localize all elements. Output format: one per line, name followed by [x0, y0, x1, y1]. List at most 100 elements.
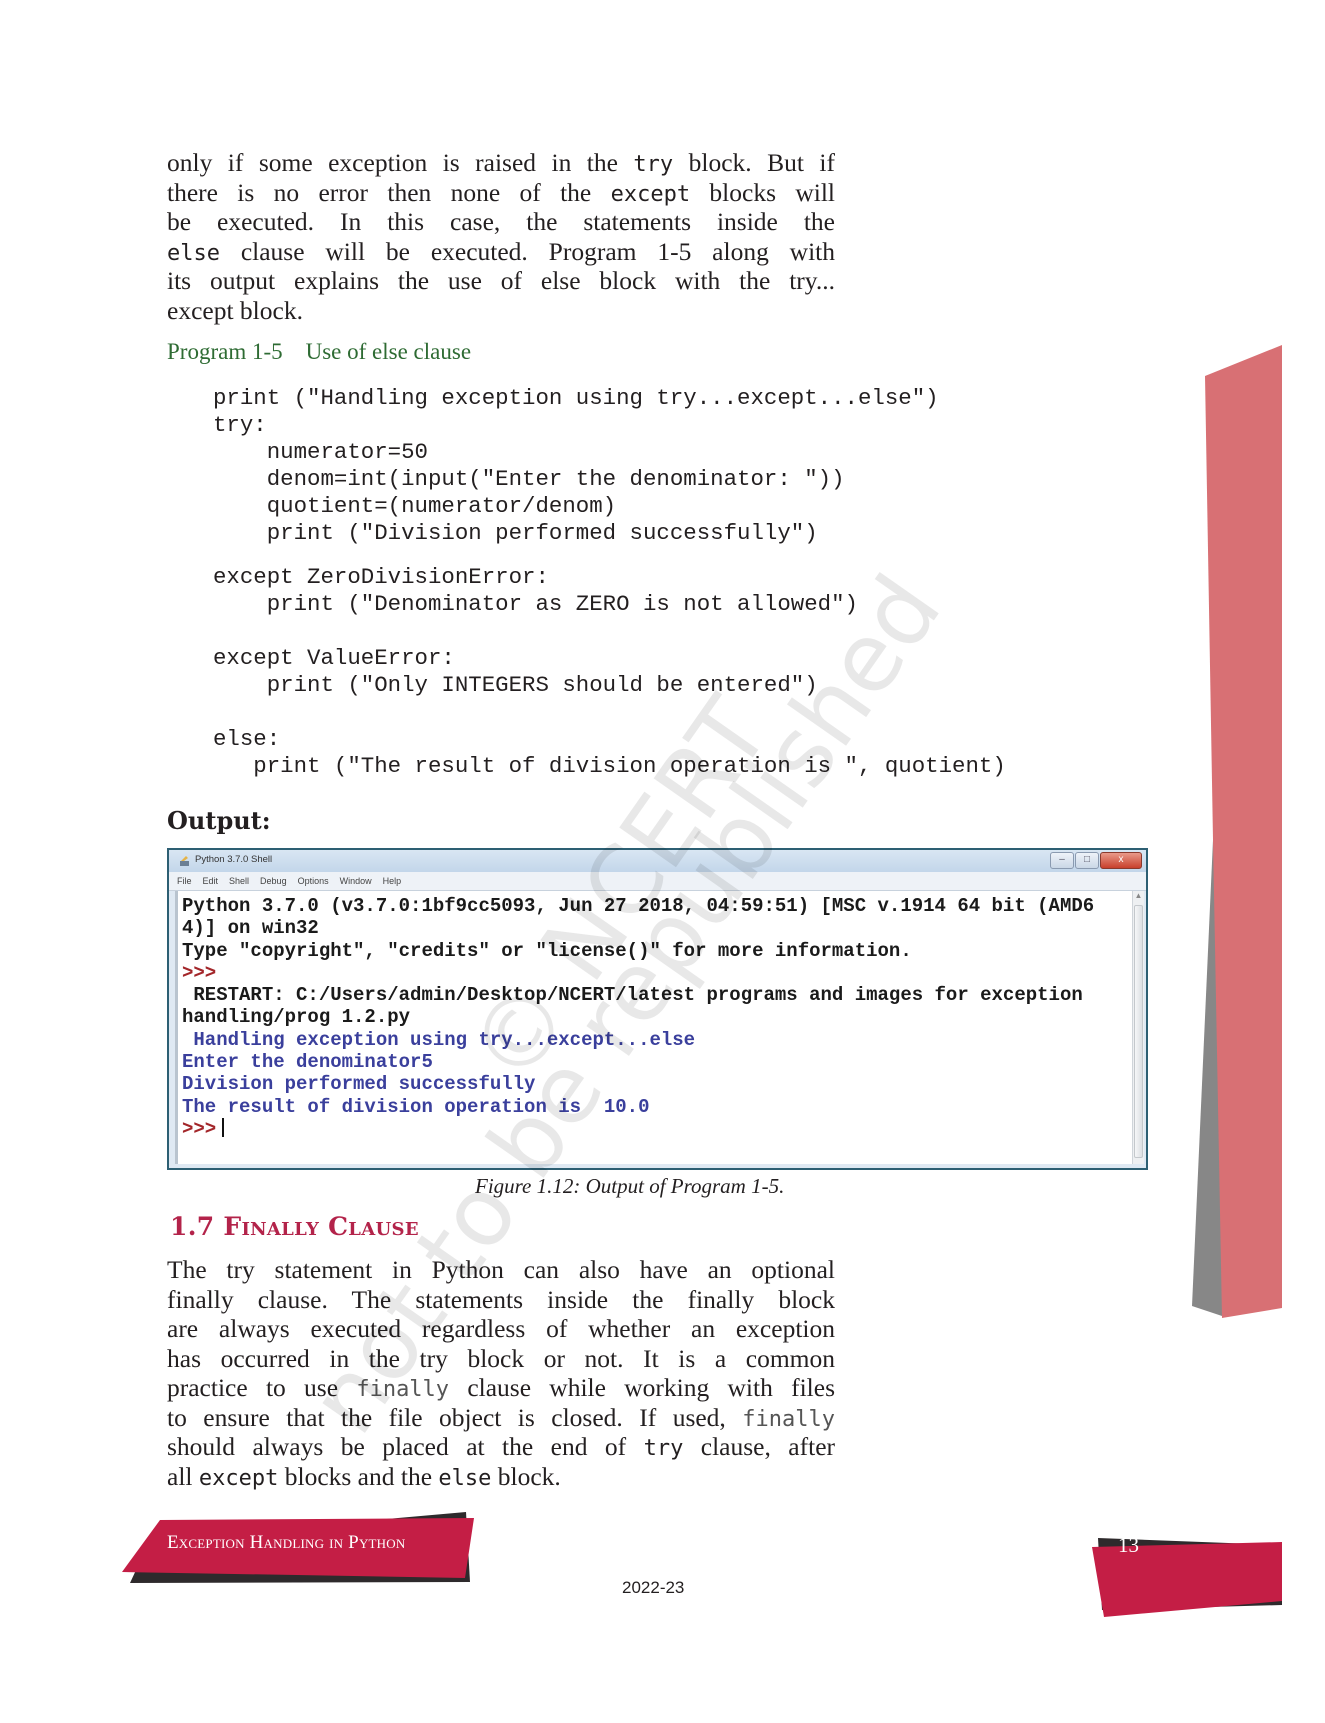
shell-prompt: >>> [182, 961, 217, 984]
code-line: quotient=(numerator/denom) [213, 493, 617, 519]
menu-debug[interactable]: Debug [260, 876, 287, 886]
shell-line: The result of division operation is 10.0 [182, 1096, 1094, 1118]
code-line: numerator=50 [213, 439, 428, 465]
shell-output-area[interactable]: Python 3.7.0 (v3.7.0:1bf9cc5093, Jun 27 … [175, 891, 1132, 1164]
text-run: block. But if [673, 148, 835, 177]
inline-code: finally [742, 1406, 835, 1432]
text-run: be executed. In this case, the statement… [167, 207, 835, 236]
intro-paragraph: only if some exception is raised in the … [167, 148, 835, 325]
scrollbar-thumb[interactable] [1134, 905, 1143, 1158]
code-line: except ZeroDivisionError: [213, 564, 549, 590]
paragraph-line: only if some exception is raised in the … [167, 148, 835, 178]
maximize-button[interactable]: □ [1075, 852, 1099, 869]
scroll-up-icon[interactable]: ▲ [1133, 891, 1144, 903]
text-run: blocks will [690, 177, 835, 207]
text-run: only if some exception is raised in the [167, 148, 634, 177]
shell-output-lines: Python 3.7.0 (v3.7.0:1bf9cc5093, Jun 27 … [182, 895, 1094, 1140]
paragraph-line: its output explains the use of else bloc… [167, 266, 835, 296]
footer-chapter-title: Exception Handling in Python [167, 1532, 406, 1553]
section-heading: 1.7 Finally Clause [170, 1212, 419, 1241]
text-cursor [222, 1117, 225, 1137]
menu-help[interactable]: Help [383, 876, 402, 886]
shell-line: Python 3.7.0 (v3.7.0:1bf9cc5093, Jun 27 … [182, 895, 1094, 917]
shell-text: handling/prog 1.2.py [182, 1006, 411, 1029]
output-label: Output: [167, 806, 271, 835]
text-run: clause will be executed. Program 1-5 alo… [219, 236, 835, 266]
code-line: print ("Handling exception using try...e… [213, 385, 939, 411]
shell-text: Python 3.7.0 (v3.7.0:1bf9cc5093, Jun 27 … [182, 895, 1095, 917]
shell-prompt: >>> [182, 1117, 217, 1140]
paragraph-line: has occurred in the try block or not. It… [167, 1344, 835, 1374]
code-line: try: [213, 412, 267, 438]
shell-line: Handling exception using try...except...… [182, 1029, 1094, 1051]
shell-text: The result of division operation is 10.0 [182, 1095, 650, 1118]
text-run: practice to use [167, 1373, 357, 1402]
text-run: all [167, 1461, 199, 1491]
menu-file[interactable]: File [177, 876, 192, 886]
shell-line: Enter the denominator5 [182, 1051, 1094, 1073]
paragraph-line: except block. [167, 296, 835, 326]
code-line: print ("Denominator as ZERO is not allow… [213, 591, 858, 617]
text-run: The try statement in Python can also hav… [167, 1255, 835, 1284]
python-shell-window: Python 3.7.0 Shell – □ x File Edit Shell… [167, 848, 1148, 1170]
program-number: Program 1-5 [167, 339, 283, 364]
code-line: print ("The result of division operation… [213, 753, 1006, 779]
shell-text: Handling exception using try...except...… [182, 1028, 696, 1051]
text-run: has occurred in the try block or not. It… [167, 1343, 835, 1373]
code-line: else: [213, 726, 281, 752]
shell-line: >>> [182, 1117, 1094, 1140]
menu-shell[interactable]: Shell [229, 876, 249, 886]
shell-line: Type "copyright", "credits" or "license(… [182, 940, 1094, 962]
shell-titlebar: Python 3.7.0 Shell – □ x [169, 850, 1146, 872]
inline-code: except [198, 1465, 279, 1491]
paragraph-line: to ensure that the file object is closed… [167, 1403, 835, 1433]
text-run: should always be placed at the end of [167, 1432, 644, 1461]
paragraph-line: there is no error then none of the excep… [167, 178, 835, 208]
shell-scrollbar[interactable]: ▲ [1132, 891, 1144, 1164]
inline-code: else [167, 240, 220, 266]
close-icon: x [1118, 854, 1124, 865]
menu-options[interactable]: Options [298, 876, 329, 886]
inline-code: try [643, 1436, 684, 1461]
text-run: to ensure that the file object is closed… [167, 1402, 743, 1432]
program-title: Use of else clause [305, 339, 472, 364]
text-run: are always executed regardless of whethe… [167, 1314, 835, 1343]
minimize-button[interactable]: – [1050, 852, 1074, 869]
shell-menubar: File Edit Shell Debug Options Window Hel… [169, 872, 1146, 891]
maximize-icon: □ [1083, 854, 1091, 865]
shell-text: Type "copyright", "credits" or "license(… [182, 939, 912, 962]
paragraph-line: should always be placed at the end of tr… [167, 1432, 835, 1462]
paragraph-line: be executed. In this case, the statement… [167, 207, 835, 237]
text-run: clause while working with files [449, 1373, 835, 1402]
shell-line: RESTART: C:/Users/admin/Desktop/NCERT/la… [182, 984, 1094, 1006]
close-button[interactable]: x [1100, 852, 1142, 869]
finally-paragraph: The try statement in Python can also hav… [167, 1255, 835, 1491]
shell-line: handling/prog 1.2.py [182, 1006, 1094, 1028]
text-run: except block. [167, 295, 303, 325]
window-controls: – □ x [1049, 852, 1142, 869]
text-run: its output explains the use of else bloc… [167, 266, 835, 295]
text-run: finally clause. The statements inside th… [167, 1284, 835, 1314]
text-run: block. [491, 1461, 561, 1491]
shell-line: >>> [182, 962, 1094, 984]
inline-code: else [438, 1465, 492, 1491]
inline-code: try [633, 152, 674, 177]
code-line: print ("Division performed successfully"… [213, 520, 818, 546]
inline-code: finally [356, 1377, 450, 1402]
text-run: blocks and the [278, 1461, 439, 1491]
paragraph-line: all except blocks and the else block. [167, 1462, 835, 1492]
paragraph-line: are always executed regardless of whethe… [167, 1314, 835, 1344]
code-line: except ValueError: [213, 645, 455, 671]
shell-text: Enter the denominator5 [182, 1051, 433, 1074]
paragraph-line: practice to use finally clause while wor… [167, 1373, 835, 1403]
edition-year: 2022-23 [622, 1578, 685, 1597]
menu-window[interactable]: Window [340, 876, 372, 886]
shell-text: 4)] on win32 [182, 917, 319, 940]
program-caption: Program 1-5 Use of else clause [167, 339, 471, 365]
inline-code: except [610, 181, 691, 207]
menu-edit[interactable]: Edit [203, 876, 219, 886]
decorative-side-band [1192, 345, 1282, 1318]
